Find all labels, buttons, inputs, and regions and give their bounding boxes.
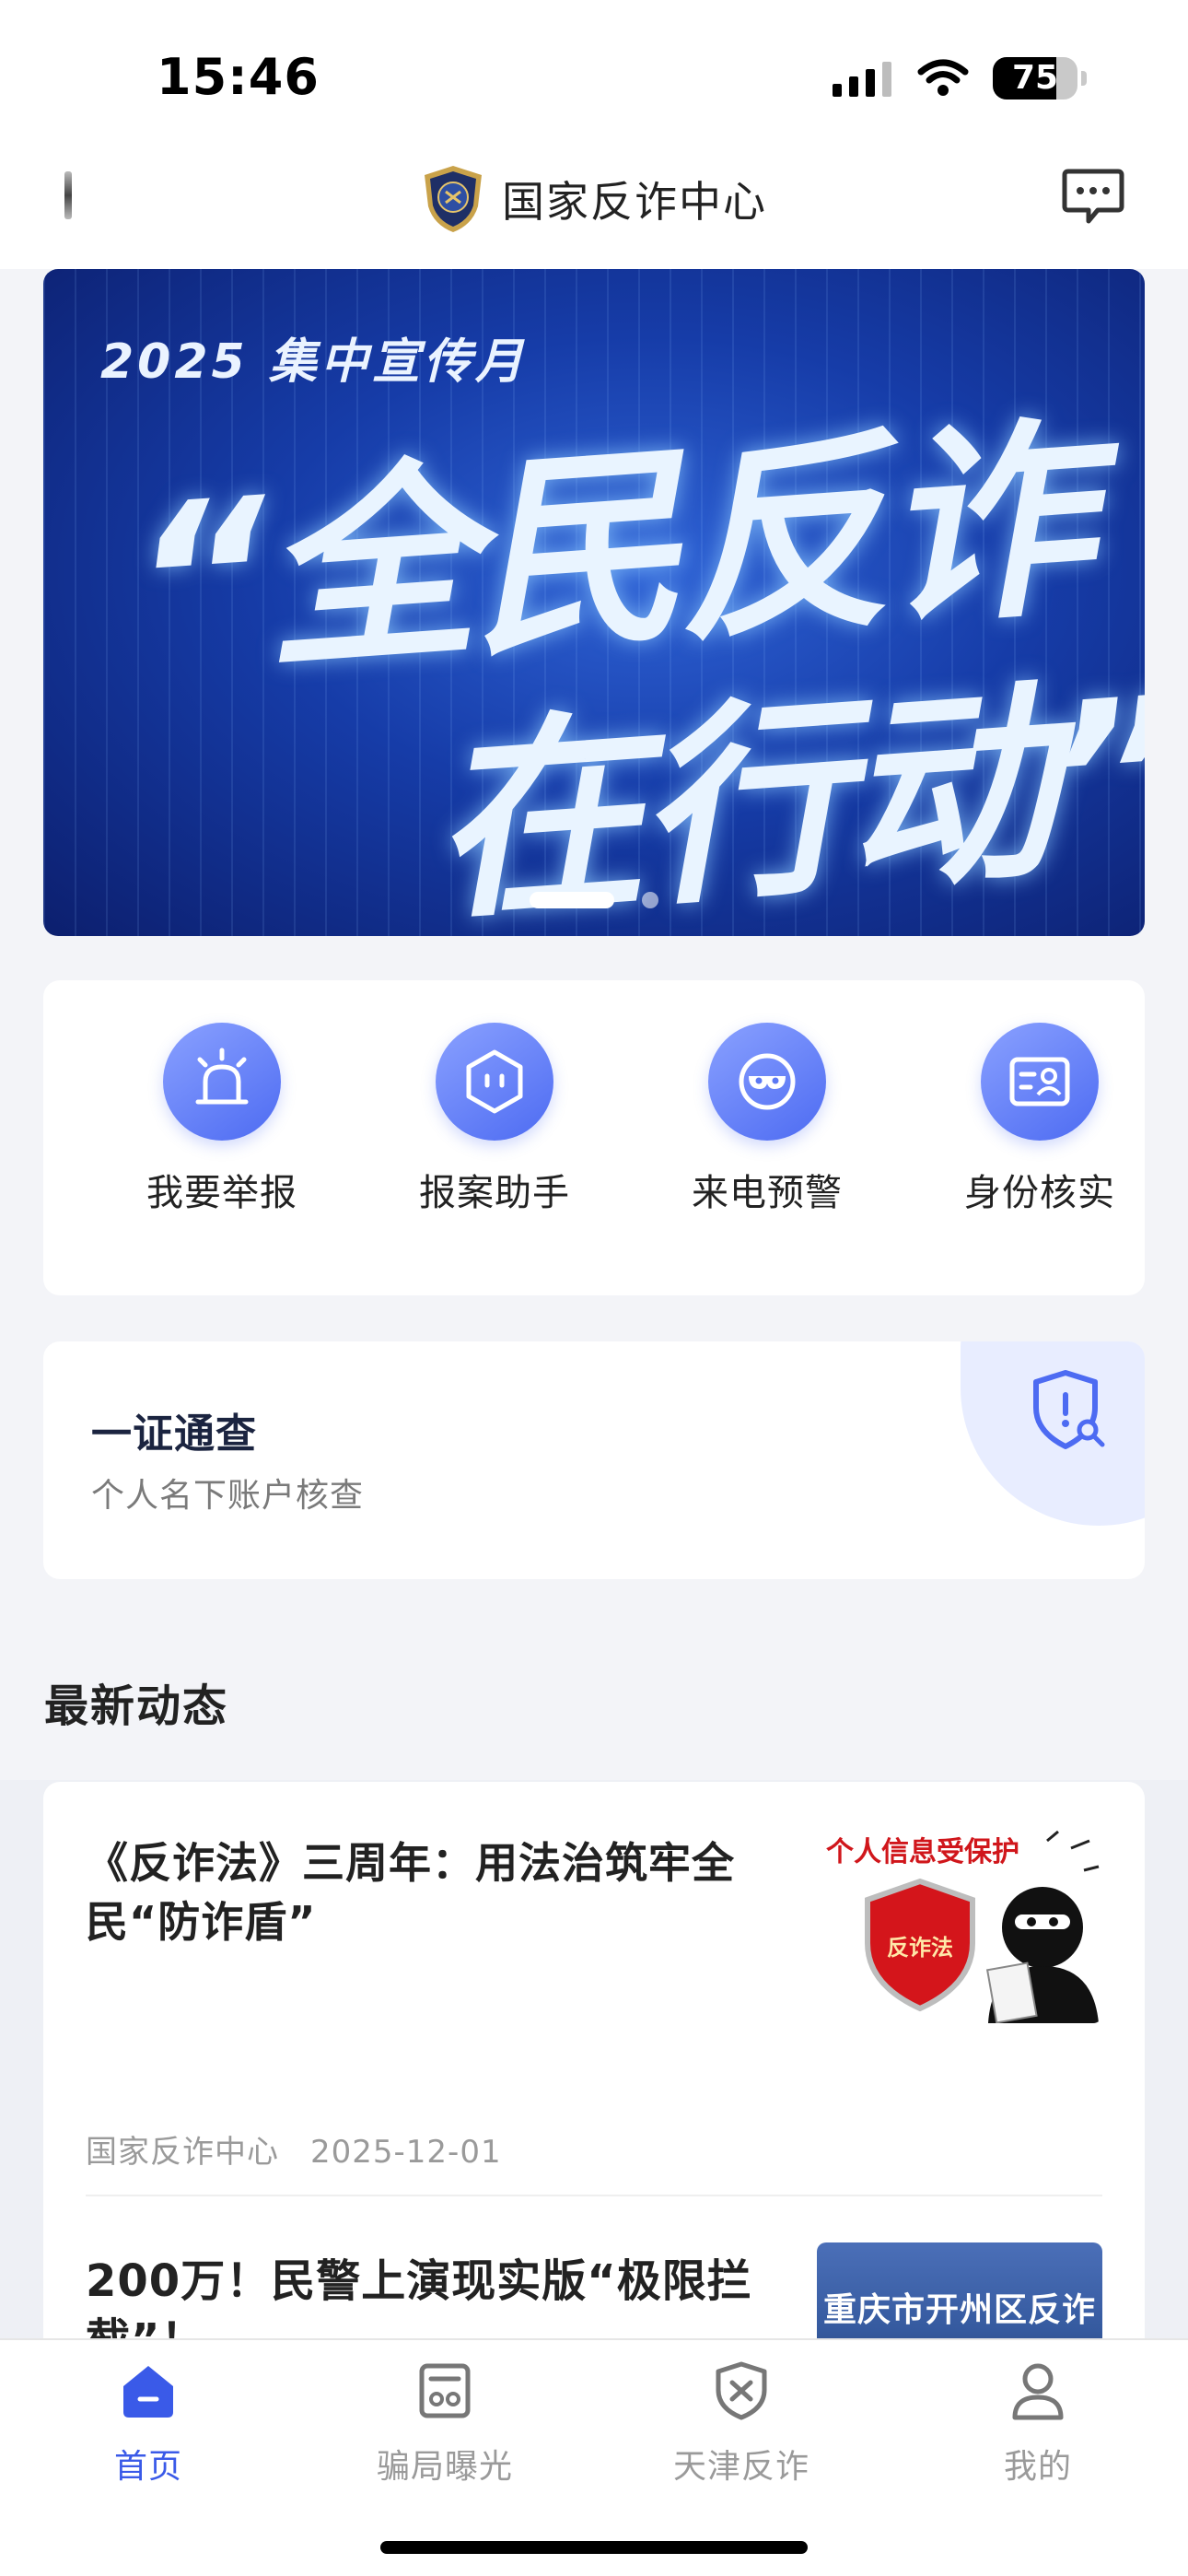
banner-subtitle: 2025 集中宣传月 bbox=[100, 334, 527, 390]
message-icon[interactable] bbox=[1061, 168, 1125, 227]
home-icon bbox=[123, 2366, 173, 2418]
page-header: 国家反诈中心 bbox=[0, 158, 1188, 240]
quick-action-report-badge bbox=[163, 1023, 281, 1141]
battery-percent: 75 bbox=[1011, 59, 1059, 97]
news-section-title: 最新动态 bbox=[44, 1680, 229, 1732]
tab-scam-exposure[interactable]: 骗局曝光 bbox=[297, 2360, 593, 2488]
wifi-icon bbox=[917, 59, 969, 96]
quick-action-case-helper[interactable]: 报案助手 bbox=[358, 1023, 631, 1216]
hexagon-helper-icon bbox=[466, 1049, 523, 1114]
news-divider bbox=[86, 2195, 1102, 2196]
police-badge-logo-icon bbox=[425, 166, 482, 232]
battery-indicator: 75 bbox=[993, 57, 1077, 100]
quick-action-identity[interactable]: 身份核实 bbox=[903, 1023, 1176, 1216]
shield-cross-icon bbox=[716, 2361, 767, 2420]
banner-pagination bbox=[0, 892, 1188, 908]
thumb-shield-text: 反诈法 bbox=[887, 1935, 953, 1961]
pagination-dot-active[interactable] bbox=[530, 892, 614, 908]
news-item-date: 2025-12-01 bbox=[310, 2134, 502, 2171]
mask-icon bbox=[739, 1053, 796, 1110]
news-list: 《反诈法》三周年：用法治筑牢全民“防诈盾” 个人信息受保护 反诈法 国家反诈中心… bbox=[43, 1782, 1145, 2427]
quick-actions-card: 我要举报 报案助手 来电预警 身份核实 bbox=[43, 980, 1145, 1295]
quick-action-label: 报案助手 bbox=[419, 1172, 570, 1214]
id-card-icon bbox=[1009, 1057, 1070, 1107]
news-exposure-icon bbox=[419, 2363, 471, 2418]
account-check-subtitle: 个人名下账户核查 bbox=[91, 1477, 365, 1515]
quick-action-call-alert-badge bbox=[708, 1023, 826, 1141]
news-item-meta: 国家反诈中心 2025-12-01 bbox=[86, 2126, 502, 2172]
cellular-signal-icon bbox=[833, 62, 891, 97]
siren-icon bbox=[195, 1048, 249, 1105]
quick-action-label: 我要举报 bbox=[146, 1172, 297, 1214]
news-item-source: 国家反诈中心 bbox=[86, 2134, 279, 2171]
shield-search-icon bbox=[1033, 1370, 1105, 1449]
app-screen: 15:46 75 国家反诈中心 2025 集中宣传月 “全民反诈 在行动” 我要… bbox=[0, 0, 1188, 2576]
status-icons: 75 bbox=[833, 55, 1087, 101]
quick-action-case-helper-badge bbox=[436, 1023, 553, 1141]
status-time: 15:46 bbox=[157, 48, 320, 106]
quick-action-call-alert[interactable]: 来电预警 bbox=[631, 1023, 903, 1216]
account-check-title: 一证通查 bbox=[91, 1411, 257, 1458]
home-indicator[interactable] bbox=[380, 2541, 808, 2554]
tab-label: 首页 bbox=[113, 2448, 182, 2486]
quick-action-identity-badge bbox=[981, 1023, 1099, 1141]
quick-action-label: 身份核实 bbox=[964, 1172, 1115, 1214]
news-item-thumbnail[interactable]: 个人信息受保护 反诈法 bbox=[817, 1828, 1102, 2023]
news-thumbnail-illustration: 个人信息受保护 反诈法 bbox=[817, 1828, 1102, 2023]
promo-banner[interactable]: 2025 集中宣传月 “全民反诈 在行动” bbox=[43, 269, 1145, 936]
user-icon bbox=[1012, 2363, 1064, 2420]
news-item-title[interactable]: 《反诈法》三周年：用法治筑牢全民“防诈盾” bbox=[86, 1833, 786, 1951]
tab-label: 我的 bbox=[1003, 2448, 1072, 2486]
tab-label: 天津反诈 bbox=[672, 2448, 809, 2486]
quick-action-report[interactable]: 我要举报 bbox=[86, 1023, 358, 1216]
thumb-caption: 个人信息受保护 bbox=[826, 1836, 1019, 1868]
battery-tip bbox=[1081, 71, 1087, 86]
page-title: 国家反诈中心 bbox=[502, 177, 767, 227]
tab-label: 骗局曝光 bbox=[376, 2448, 513, 2486]
tab-tianjin-antifraud[interactable]: 天津反诈 bbox=[593, 2360, 890, 2488]
quick-action-label: 来电预警 bbox=[692, 1172, 843, 1214]
thumb-caption: 重庆市开州区反诈 bbox=[822, 2291, 1096, 2329]
pagination-dot[interactable] bbox=[642, 892, 658, 908]
tab-home[interactable]: 首页 bbox=[0, 2360, 297, 2488]
banner-headline-line2: 在行动” bbox=[424, 651, 1145, 936]
tab-mine[interactable]: 我的 bbox=[890, 2360, 1186, 2488]
account-check-card[interactable]: 一证通查 个人名下账户核查 bbox=[43, 1341, 1145, 1579]
